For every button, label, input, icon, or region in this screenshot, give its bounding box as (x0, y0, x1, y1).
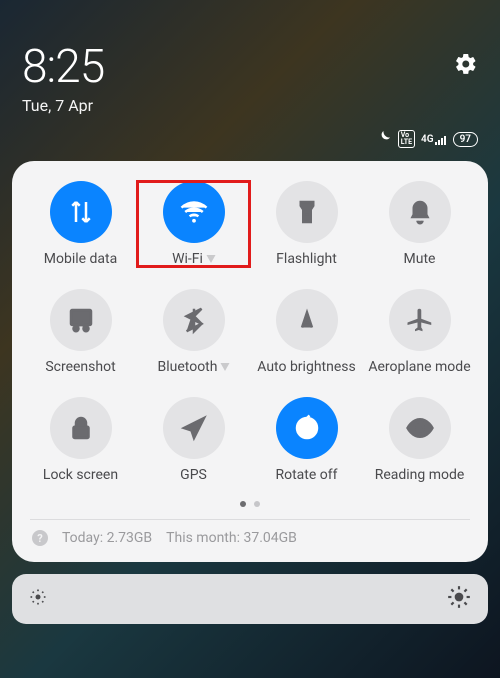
tile-label: Flashlight (276, 251, 337, 267)
brightness-low-icon (28, 587, 48, 611)
battery-indicator: 97 (453, 132, 478, 147)
tile-gps[interactable]: GPS (137, 397, 250, 483)
volte-badge: VoLTE (398, 130, 415, 148)
settings-icon[interactable] (454, 40, 478, 80)
tile-label: Lock screen (43, 467, 118, 483)
info-icon: ? (32, 530, 48, 546)
tile-auto-brightness[interactable]: Auto brightness (250, 289, 363, 375)
clock-time: 8:25 (22, 40, 104, 94)
eye-icon (389, 397, 451, 459)
airplane-icon (389, 289, 451, 351)
tile-label: Reading mode (375, 467, 465, 483)
tile-flashlight[interactable]: Flashlight (250, 181, 363, 267)
tile-aeroplane-mode[interactable]: Aeroplane mode (363, 289, 476, 375)
tile-label: Auto brightness (257, 359, 355, 375)
tile-label: Mute (404, 251, 436, 267)
wifi-icon (163, 181, 225, 243)
page-dot (254, 501, 260, 507)
page-indicator[interactable] (24, 501, 476, 507)
location-arrow-icon (163, 397, 225, 459)
expand-icon (221, 363, 230, 371)
tile-label: Rotate off (275, 467, 337, 483)
page-dot (240, 501, 246, 507)
tile-mute[interactable]: Mute (363, 181, 476, 267)
tile-lock-screen[interactable]: Lock screen (24, 397, 137, 483)
tile-label: Wi-Fi (172, 251, 203, 267)
data-usage-row[interactable]: ? Today: 2.73GB This month: 37.04GB (24, 520, 476, 548)
tile-bluetooth[interactable]: Bluetooth (137, 289, 250, 375)
rotate-lock-icon (276, 397, 338, 459)
tile-mobile-data[interactable]: Mobile data (24, 181, 137, 267)
tile-wifi[interactable]: Wi-Fi (137, 181, 250, 267)
bell-icon (389, 181, 451, 243)
tile-label: Bluetooth (158, 359, 218, 375)
tile-rotate-off[interactable]: Rotate off (250, 397, 363, 483)
usage-month: This month: 37.04GB (166, 530, 297, 546)
bluetooth-icon (163, 289, 225, 351)
flashlight-icon (276, 181, 338, 243)
quick-settings-panel: Mobile data Wi-Fi Flashlight Mute Screen (12, 161, 488, 562)
tile-label: Screenshot (45, 359, 115, 375)
mobile-data-icon (50, 181, 112, 243)
expand-icon (206, 255, 215, 263)
tile-reading-mode[interactable]: Reading mode (363, 397, 476, 483)
clock-date: Tue, 7 Apr (22, 96, 104, 115)
status-bar: VoLTE 4G 97 (0, 125, 500, 155)
tile-label: GPS (180, 467, 207, 483)
brightness-high-icon (446, 584, 472, 614)
tile-label: Aeroplane mode (368, 359, 470, 375)
tile-screenshot[interactable]: Screenshot (24, 289, 137, 375)
scissors-icon (50, 289, 112, 351)
tile-label: Mobile data (44, 251, 117, 267)
brightness-slider[interactable] (12, 574, 488, 624)
dnd-moon-icon (376, 129, 392, 149)
lock-icon (50, 397, 112, 459)
auto-brightness-icon (276, 289, 338, 351)
usage-today: Today: 2.73GB (62, 530, 152, 546)
network-signal-icon: 4G (421, 134, 447, 145)
